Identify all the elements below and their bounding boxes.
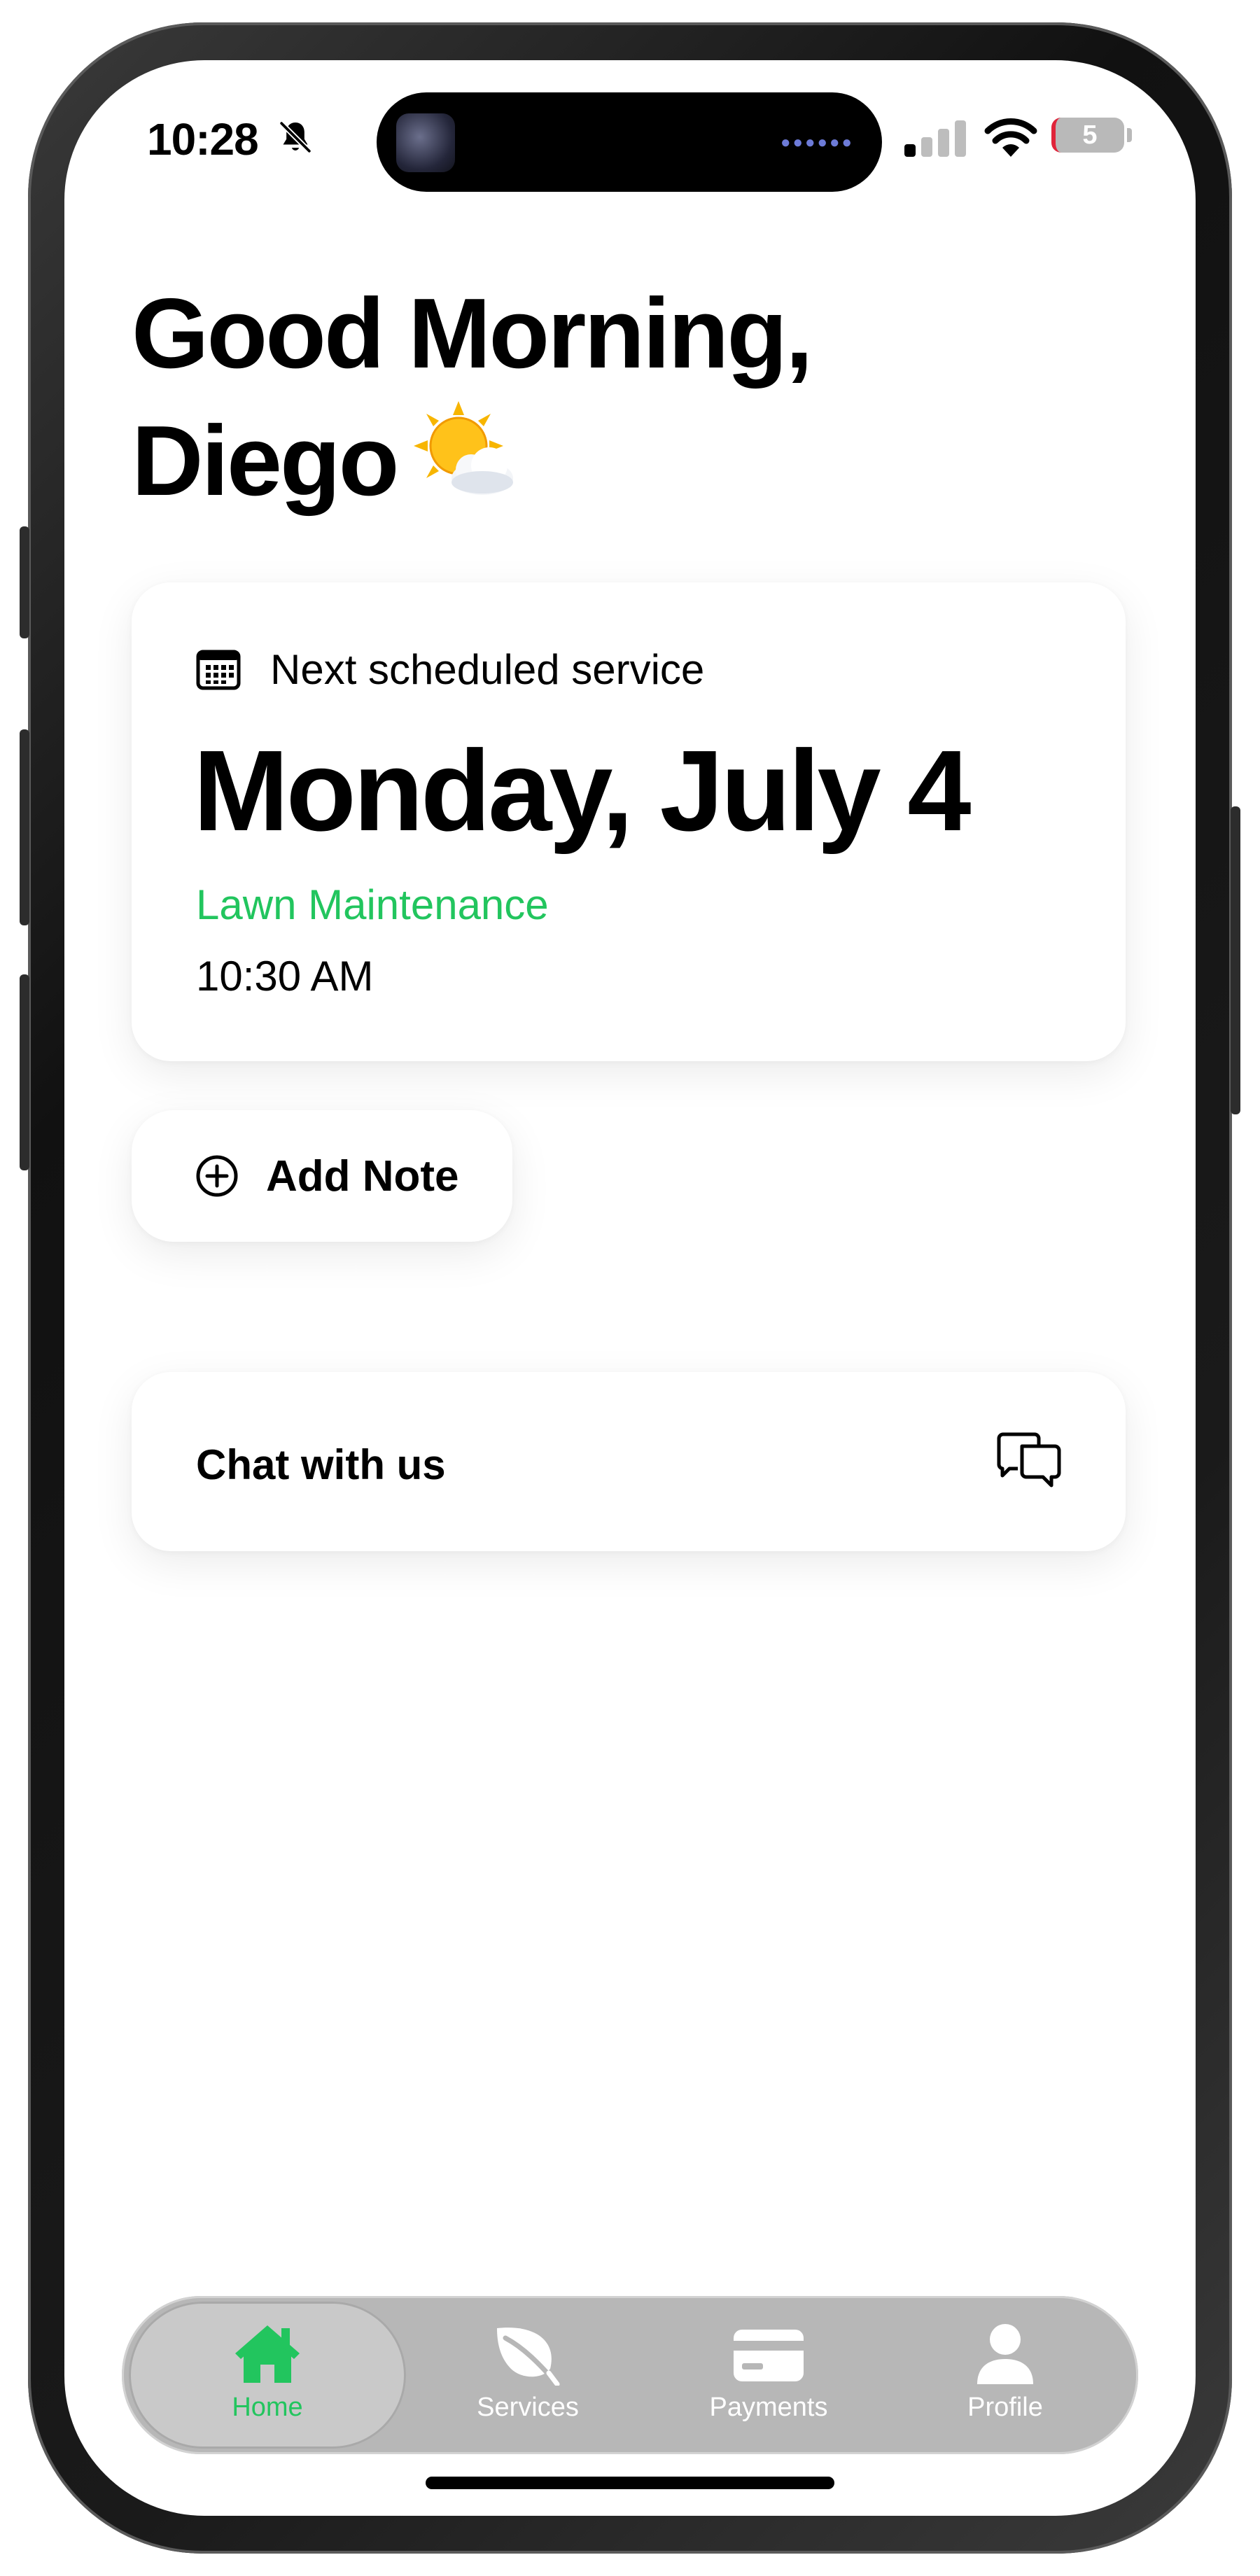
next-service-header: Next scheduled service xyxy=(196,645,704,694)
signal-icon xyxy=(904,120,966,157)
person-icon xyxy=(977,2324,1033,2384)
power-button[interactable] xyxy=(1231,806,1240,1114)
next-service-label: Next scheduled service xyxy=(270,646,705,693)
leaf-icon xyxy=(497,2328,560,2386)
chat-card[interactable]: Chat with us xyxy=(132,1372,1126,1551)
tab-bar: Home Services Payments Profile xyxy=(122,2296,1138,2454)
home-indicator[interactable] xyxy=(426,2477,834,2489)
volume-down-button[interactable] xyxy=(20,974,29,1170)
service-time: 10:30 AM xyxy=(196,953,374,1000)
tab-services-label: Services xyxy=(477,2393,579,2422)
next-service-card[interactable]: Next scheduled service Monday, July 4 La… xyxy=(132,582,1126,1061)
calendar-icon xyxy=(196,650,241,690)
page: 10:28 ●●●●●● 5 Good Morning, Diego Next … xyxy=(0,0,1260,2576)
tab-profile-label: Profile xyxy=(967,2393,1043,2422)
tab-profile[interactable]: Profile xyxy=(888,2302,1123,2449)
greeting-line-1: Good Morning, xyxy=(132,278,813,389)
tab-payments-label: Payments xyxy=(709,2393,828,2422)
tab-home[interactable]: Home xyxy=(129,2302,406,2449)
greeting: Good Morning, Diego xyxy=(132,270,813,525)
audio-waveform-icon: ●●●●●● xyxy=(780,133,854,152)
credit-card-icon xyxy=(734,2330,804,2381)
volume-up-button[interactable] xyxy=(20,729,29,925)
tab-payments[interactable]: Payments xyxy=(651,2302,886,2449)
tab-home-label: Home xyxy=(232,2393,303,2422)
dynamic-island[interactable]: ●●●●●● xyxy=(377,92,882,192)
battery-icon: 5 xyxy=(1051,118,1124,153)
tab-services[interactable]: Services xyxy=(410,2302,645,2449)
wifi-icon xyxy=(984,118,1037,157)
house-icon xyxy=(235,2325,300,2383)
bell-slash-icon xyxy=(279,120,312,154)
add-note-label: Add Note xyxy=(266,1152,459,1200)
chat-bubbles-icon xyxy=(997,1432,1061,1488)
action-button[interactable] xyxy=(20,526,29,638)
add-note-button[interactable]: Add Note xyxy=(132,1110,512,1242)
sun-behind-cloud-icon xyxy=(414,401,514,495)
user-name: Diego xyxy=(132,405,399,517)
status-time: 10:28 xyxy=(147,114,259,164)
plus-circle-icon xyxy=(196,1155,238,1197)
chat-label: Chat with us xyxy=(196,1441,446,1488)
greeting-line-2: Diego xyxy=(132,398,811,525)
screen: 10:28 ●●●●●● 5 Good Morning, Diego Next … xyxy=(64,60,1196,2516)
now-playing-artwork xyxy=(396,113,455,172)
service-date: Monday, July 4 xyxy=(193,727,971,855)
service-type: Lawn Maintenance xyxy=(196,881,549,928)
battery-tip xyxy=(1127,128,1132,142)
